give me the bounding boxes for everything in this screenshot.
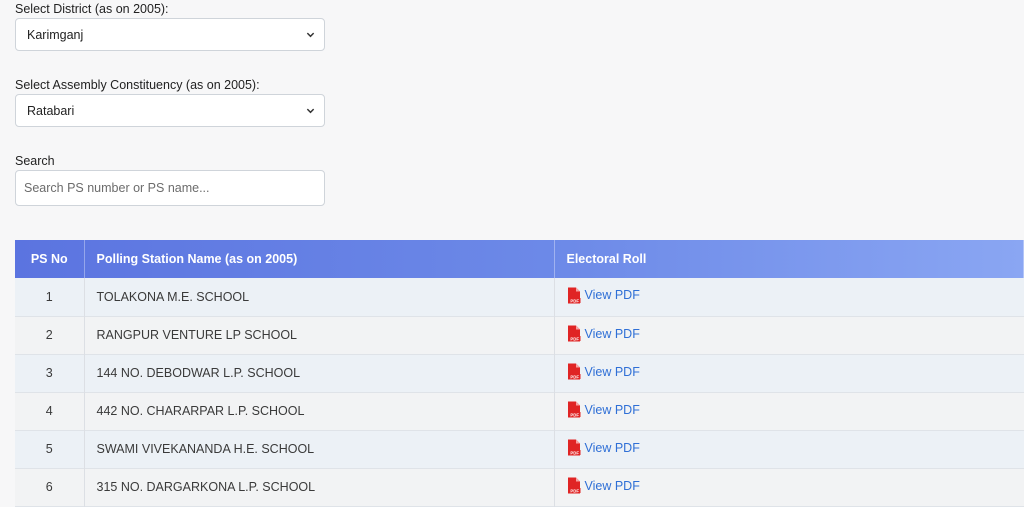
view-pdf-label: View PDF [584, 326, 640, 341]
table-header-row: PS No Polling Station Name (as on 2005) … [15, 240, 1024, 278]
view-pdf-label: View PDF [584, 478, 640, 493]
view-pdf-label: View PDF [584, 364, 640, 379]
column-header-name: Polling Station Name (as on 2005) [84, 240, 555, 278]
pdf-file-icon: PDF [567, 477, 580, 494]
table-row: 5 SWAMI VIVEKANANDA H.E. SCHOOL PDF View PD… [15, 430, 1024, 468]
table-row: 1 TOLAKONA M.E. SCHOOL PDF View PDF [15, 278, 1024, 316]
ps-number-cell: 6 [15, 468, 85, 506]
pdf-file-icon: PDF [567, 439, 580, 456]
view-pdf-link[interactable]: PDF View PDF [567, 363, 640, 380]
district-label: Select District (as on 2005): [15, 2, 169, 16]
polling-station-table: PS No Polling Station Name (as on 2005) … [15, 240, 1024, 507]
search-label: Search [15, 154, 55, 168]
polling-station-name-cell: 442 NO. CHARARPAR L.P. SCHOOL [84, 392, 555, 430]
ps-number-cell: 2 [15, 316, 85, 354]
chevron-down-icon [306, 108, 315, 114]
search-input[interactable] [15, 170, 325, 206]
table-row: 2 RANGPUR VENTURE LP SCHOOL PDF View PDF [15, 316, 1024, 354]
view-pdf-label: View PDF [584, 288, 640, 303]
chevron-down-icon [306, 32, 315, 38]
assembly-select[interactable]: Ratabari [15, 94, 325, 127]
column-header-ps-no: PS No [15, 240, 85, 278]
view-pdf-link[interactable]: PDF View PDF [567, 439, 640, 456]
view-pdf-link[interactable]: PDF View PDF [567, 325, 640, 342]
pdf-file-icon: PDF [567, 363, 580, 380]
table-row: 4 442 NO. CHARARPAR L.P. SCHOOL PDF View PD… [15, 392, 1024, 430]
view-pdf-link[interactable]: PDF View PDF [567, 287, 640, 304]
ps-number-cell: 3 [15, 354, 85, 392]
svg-text:PDF: PDF [570, 298, 579, 303]
pdf-file-icon: PDF [567, 325, 580, 342]
svg-text:PDF: PDF [570, 450, 579, 455]
district-selected-value: Karimganj [27, 27, 84, 42]
ps-number-cell: 4 [15, 392, 85, 430]
electoral-roll-cell: PDF View PDF [554, 316, 1024, 354]
ps-number-cell: 1 [15, 278, 85, 316]
pdf-file-icon: PDF [567, 401, 580, 418]
electoral-roll-cell: PDF View PDF [554, 354, 1024, 392]
svg-text:PDF: PDF [570, 412, 579, 417]
electoral-roll-cell: PDF View PDF [554, 278, 1024, 316]
polling-station-name-cell: TOLAKONA M.E. SCHOOL [84, 278, 555, 316]
table-row: 3 144 NO. DEBODWAR L.P. SCHOOL PDF View PDF [15, 354, 1024, 392]
polling-station-name-cell: 144 NO. DEBODWAR L.P. SCHOOL [84, 354, 555, 392]
view-pdf-label: View PDF [584, 402, 640, 417]
electoral-roll-cell: PDF View PDF [554, 468, 1024, 506]
polling-station-name-cell: SWAMI VIVEKANANDA H.E. SCHOOL [84, 430, 555, 468]
ps-number-cell: 5 [15, 430, 85, 468]
polling-station-name-cell: 315 NO. DARGARKONA L.P. SCHOOL [84, 468, 555, 506]
view-pdf-label: View PDF [584, 440, 640, 455]
view-pdf-link[interactable]: PDF View PDF [567, 477, 640, 494]
view-pdf-link[interactable]: PDF View PDF [567, 401, 640, 418]
polling-station-name-cell: RANGPUR VENTURE LP SCHOOL [84, 316, 555, 354]
electoral-roll-cell: PDF View PDF [554, 392, 1024, 430]
assembly-label: Select Assembly Constituency (as on 2005… [15, 78, 260, 92]
column-header-electoral-roll: Electoral Roll [554, 240, 1024, 278]
electoral-roll-cell: PDF View PDF [554, 430, 1024, 468]
table-row: 6 315 NO. DARGARKONA L.P. SCHOOL PDF View P… [15, 468, 1024, 506]
svg-text:PDF: PDF [570, 374, 579, 379]
pdf-file-icon: PDF [567, 287, 580, 304]
assembly-selected-value: Ratabari [27, 103, 75, 118]
svg-text:PDF: PDF [570, 488, 579, 493]
svg-text:PDF: PDF [570, 336, 579, 341]
district-select[interactable]: Karimganj [15, 18, 325, 51]
